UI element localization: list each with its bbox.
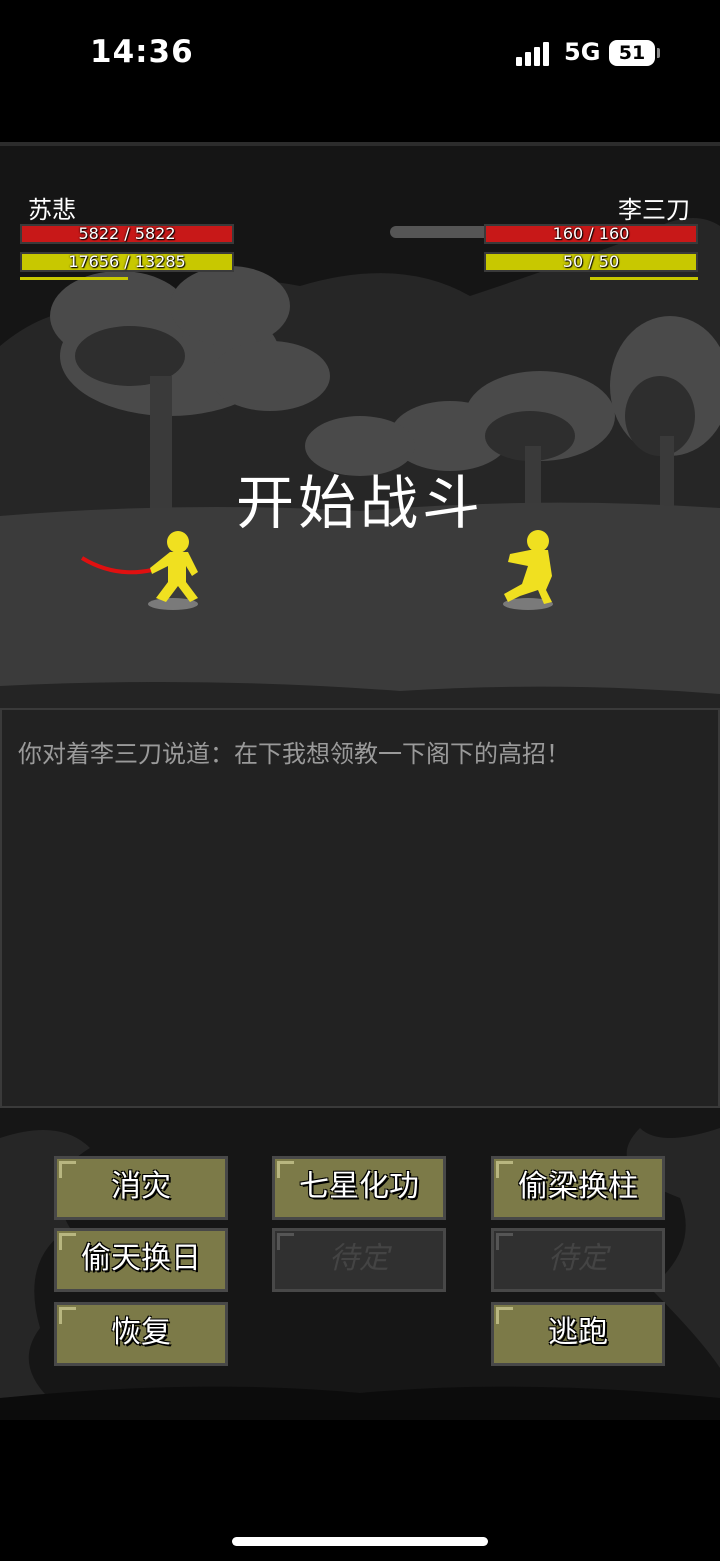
enemy-name: 李三刀: [618, 196, 690, 224]
player-mp-bar: 17656 / 13285: [20, 252, 234, 272]
cellular-signal-icon: [516, 42, 552, 66]
flee-button[interactable]: 逃跑: [491, 1302, 665, 1366]
recover-button[interactable]: 恢复: [54, 1302, 228, 1366]
player-mp-text: 17656 / 13285: [68, 252, 186, 271]
skill-button-touliang-huanzhu[interactable]: 偷梁换柱: [491, 1156, 665, 1220]
status-bar: 14:36 5G 51: [0, 0, 720, 110]
enemy-action-gauge: [590, 277, 698, 280]
battery-cap: [657, 48, 660, 58]
player-name: 苏悲: [28, 196, 76, 224]
network-type: 5G: [564, 38, 601, 66]
clock: 14:36: [90, 34, 194, 70]
enemy-mp-text: 50 / 50: [562, 252, 620, 271]
battle-start-banner: 开始战斗: [235, 469, 484, 537]
battery-icon: 51: [609, 40, 655, 66]
player-hp-text: 5822 / 5822: [78, 224, 176, 243]
home-indicator[interactable]: [232, 1537, 488, 1546]
skill-button-qixing-huagong[interactable]: 七星化功: [272, 1156, 446, 1220]
player-action-gauge: [20, 277, 128, 280]
enemy-mp-bar: 50 / 50: [484, 252, 698, 272]
action-panel: 消灾 七星化功 偷梁换柱 偷天换日 待定 待定 恢复 逃跑: [0, 1108, 720, 1420]
skill-slot-pending[interactable]: 待定: [272, 1228, 446, 1292]
battle-log[interactable]: 你对着李三刀说道：在下我想领教一下阁下的高招！: [0, 708, 720, 1108]
skill-button-xiaozai[interactable]: 消灾: [54, 1156, 228, 1220]
skill-button-toutian-huanri[interactable]: 偷天换日: [54, 1228, 228, 1292]
enemy-hp-bar: 160 / 160: [484, 224, 698, 244]
skill-slot-pending[interactable]: 待定: [491, 1228, 665, 1292]
player-hp-bar: 5822 / 5822: [20, 224, 234, 244]
log-line: 你对着李三刀说道：在下我想领教一下阁下的高招！: [18, 740, 570, 768]
enemy-hp-text: 160 / 160: [552, 224, 630, 243]
battle-arena: 苏悲 5822 / 5822 17656 / 13285 李三刀 160 / 1…: [0, 142, 720, 712]
